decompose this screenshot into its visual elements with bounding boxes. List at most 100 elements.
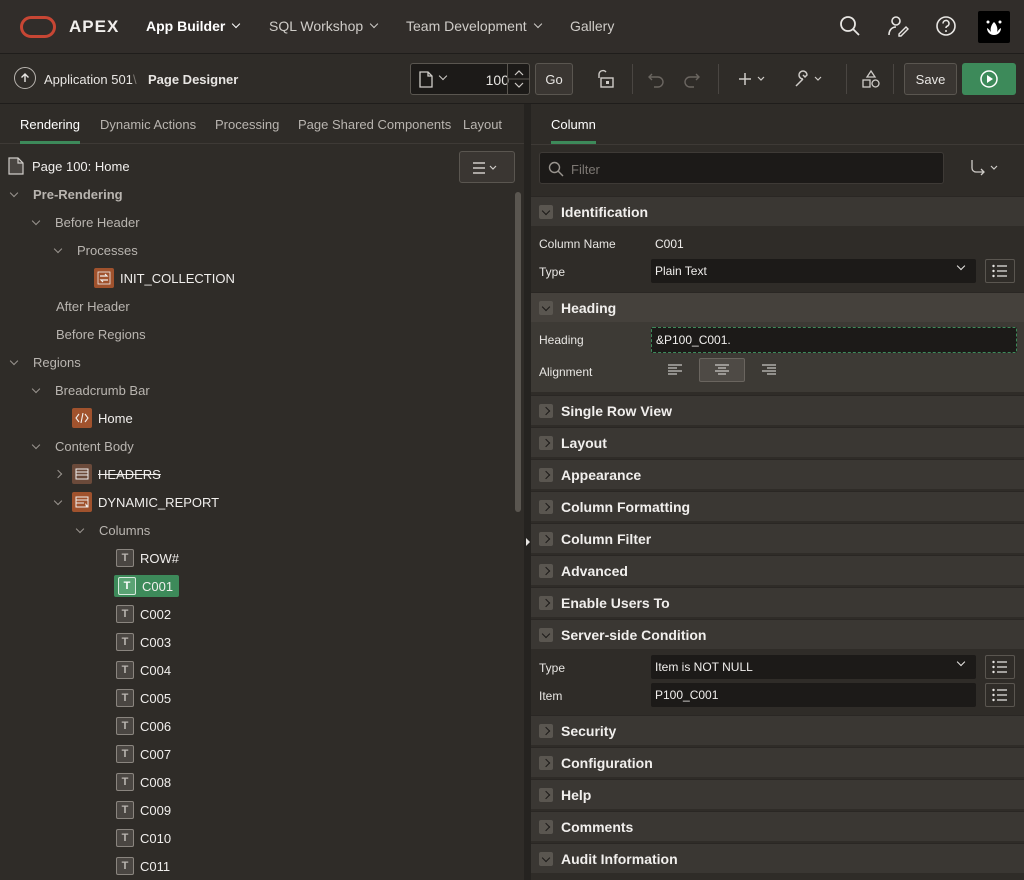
expand-icon[interactable] [539, 468, 553, 482]
tree-column-c006[interactable]: T C006 [116, 715, 171, 737]
undo-icon[interactable] [646, 68, 666, 90]
condition-type-list-button[interactable] [985, 655, 1015, 679]
section-appearance[interactable]: Appearance [531, 459, 1024, 489]
tree-menu-button[interactable] [459, 151, 515, 183]
type-list-button[interactable] [985, 259, 1015, 283]
tree-column-c004[interactable]: T C004 [116, 659, 171, 681]
section-single-row-view[interactable]: Single Row View [531, 395, 1024, 425]
expand-icon[interactable] [53, 496, 63, 505]
user-avatar-icon[interactable] [978, 11, 1010, 43]
expand-icon[interactable] [539, 788, 553, 802]
expand-icon[interactable] [31, 216, 41, 225]
section-enable-users-to[interactable]: Enable Users To [531, 587, 1024, 617]
tree-before-regions[interactable]: Before Regions [56, 323, 146, 345]
tree-content-body[interactable]: Content Body [31, 435, 134, 457]
tab-dynamic-actions[interactable]: Dynamic Actions [100, 117, 196, 132]
tree-column-c001[interactable]: T C001 [114, 575, 180, 597]
condition-item-input[interactable]: P100_C001 [651, 683, 976, 707]
tree-column-c002[interactable]: T C002 [116, 603, 171, 625]
section-audit-information[interactable]: Audit Information [531, 843, 1024, 873]
tree-regions[interactable]: Regions [9, 351, 81, 373]
tree-column-row-num[interactable]: T ROW# [116, 547, 179, 569]
administration-icon[interactable] [885, 13, 911, 39]
tree-breadcrumb-bar[interactable]: Breadcrumb Bar [31, 379, 150, 401]
section-comments[interactable]: Comments [531, 811, 1024, 841]
nav-gallery[interactable]: Gallery [570, 18, 614, 34]
section-server-side-condition[interactable]: Server-side Condition [531, 619, 1024, 649]
utilities-wrench-icon[interactable] [793, 68, 825, 90]
tree-column-c008[interactable]: T C008 [116, 771, 171, 793]
expand-icon[interactable] [31, 384, 41, 393]
expand-icon[interactable] [53, 469, 63, 479]
section-security[interactable]: Security [531, 715, 1024, 745]
redo-icon[interactable] [682, 68, 702, 90]
expand-icon[interactable] [31, 440, 41, 449]
tab-rendering[interactable]: Rendering [20, 117, 80, 144]
tree-column-c007[interactable]: T C007 [116, 743, 171, 765]
create-plus-icon[interactable] [738, 68, 768, 90]
section-help[interactable]: Help [531, 779, 1024, 809]
page-number-stepper[interactable] [507, 64, 530, 94]
breadcrumb-application[interactable]: Application 501 [44, 72, 133, 87]
section-identification[interactable]: Identification [531, 196, 1024, 226]
heading-input[interactable]: &P100_C001. [651, 327, 1017, 353]
condition-type-select[interactable]: Item is NOT NULL [651, 655, 976, 679]
nav-team-development[interactable]: Team Development [406, 18, 542, 34]
section-column-filter[interactable]: Column Filter [531, 523, 1024, 553]
up-arrow-icon[interactable] [14, 67, 36, 89]
nav-app-builder[interactable]: App Builder [146, 18, 241, 34]
save-button[interactable]: Save [904, 63, 957, 95]
tree-page-node[interactable]: Page 100: Home [8, 155, 130, 177]
tree-scrollbar[interactable] [515, 192, 521, 512]
tree-init-collection[interactable]: INIT_COLLECTION [94, 267, 235, 289]
section-advanced[interactable]: Advanced [531, 555, 1024, 585]
nav-sql-workshop[interactable]: SQL Workshop [269, 18, 379, 34]
align-left-button[interactable] [652, 358, 698, 382]
go-to-group-icon[interactable] [970, 159, 1002, 180]
condition-item-list-button[interactable] [985, 683, 1015, 707]
tree-column-c009[interactable]: T C009 [116, 799, 171, 821]
tree-pre-rendering[interactable]: Pre-Rendering [9, 183, 123, 205]
collapse-icon[interactable] [539, 852, 553, 866]
tree-processes[interactable]: Processes [53, 239, 138, 261]
tree-home-region[interactable]: Home [72, 407, 133, 429]
tab-page-shared-components[interactable]: Page Shared Components [298, 117, 451, 132]
expand-icon[interactable] [539, 532, 553, 546]
expand-icon[interactable] [53, 244, 63, 253]
tree-before-header[interactable]: Before Header [31, 211, 140, 233]
section-layout[interactable]: Layout [531, 427, 1024, 457]
lock-page-icon[interactable] [596, 68, 616, 90]
expand-icon[interactable] [539, 756, 553, 770]
tree-column-c010[interactable]: T C010 [116, 827, 171, 849]
collapse-icon[interactable] [539, 301, 553, 315]
expand-icon[interactable] [539, 404, 553, 418]
expand-icon[interactable] [9, 188, 19, 197]
section-heading[interactable]: Heading [531, 292, 1024, 322]
tree-column-c003[interactable]: T C003 [116, 631, 171, 653]
pane-splitter[interactable] [524, 104, 531, 880]
expand-icon[interactable] [9, 356, 19, 365]
align-right-button[interactable] [746, 358, 792, 382]
page-number-field[interactable]: 100 [410, 63, 530, 95]
go-button[interactable]: Go [535, 63, 573, 95]
align-center-button[interactable] [699, 358, 745, 382]
collapse-icon[interactable] [539, 205, 553, 219]
collapse-icon[interactable] [539, 628, 553, 642]
tree-after-header[interactable]: After Header [56, 295, 130, 317]
tab-processing[interactable]: Processing [215, 117, 279, 132]
run-page-button[interactable] [962, 63, 1016, 95]
tree-columns[interactable]: Columns [75, 519, 150, 541]
oracle-logo-icon[interactable] [20, 16, 56, 38]
tree-column-c005[interactable]: T C005 [116, 687, 171, 709]
tree-dynamic-report[interactable]: DYNAMIC_REPORT [53, 491, 219, 513]
apex-brand[interactable]: APEX [69, 17, 119, 37]
tree-column-c011[interactable]: T C011 [116, 855, 170, 877]
filter-input[interactable]: Filter [539, 152, 944, 184]
section-column-formatting[interactable]: Column Formatting [531, 491, 1024, 521]
expand-icon[interactable] [539, 564, 553, 578]
section-configuration[interactable]: Configuration [531, 747, 1024, 777]
tab-column[interactable]: Column [551, 117, 596, 144]
expand-icon[interactable] [539, 596, 553, 610]
expand-icon[interactable] [75, 524, 85, 533]
help-icon[interactable] [933, 13, 959, 39]
